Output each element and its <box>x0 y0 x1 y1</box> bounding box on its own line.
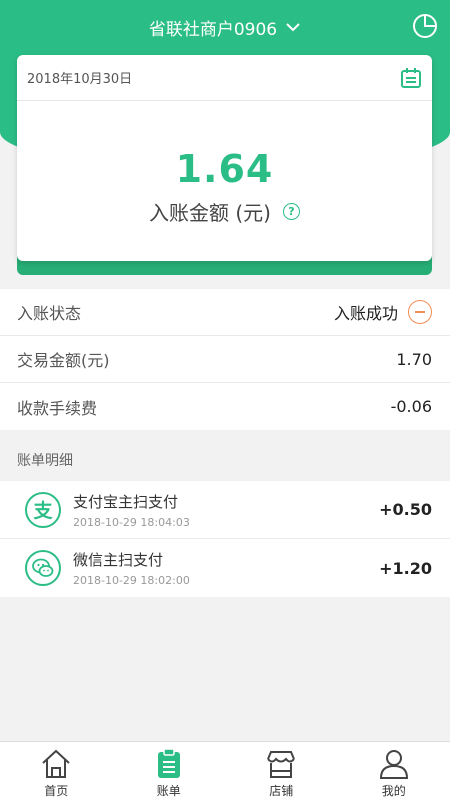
shop-icon <box>267 751 296 778</box>
info-label: 收款手续费 <box>17 398 98 418</box>
merchant-selector[interactable]: 省联社商户0906 <box>149 15 301 40</box>
settlement-card: 2018年10月30日 1.64 入账金额 (元) ? <box>17 55 432 275</box>
tab-label: 我的 <box>381 784 406 798</box>
bill-icon <box>157 748 180 778</box>
calendar-icon[interactable] <box>400 67 422 89</box>
help-icon[interactable]: ? <box>282 203 300 220</box>
section-title: 账单明细 <box>17 453 73 469</box>
settlement-date: 2018年10月30日 <box>27 72 133 87</box>
list-item[interactable]: 支 支付宝主扫支付 2018-10-29 18:04:03 +0.50 <box>0 481 450 539</box>
bill-amount: +0.50 <box>379 500 432 519</box>
settled-amount-label: 入账金额 (元) <box>149 201 271 225</box>
info-row-transaction-amount: 交易金额(元) 1.70 <box>0 336 450 383</box>
bill-amount: +1.20 <box>379 558 432 578</box>
pie-chart-icon[interactable] <box>412 13 438 39</box>
collapse-minus-icon[interactable] <box>408 300 432 324</box>
top-bar: 省联社商户0906 <box>0 0 450 54</box>
chevron-down-icon <box>286 23 300 32</box>
info-row-fee: 收款手续费 -0.06 <box>0 383 450 430</box>
info-value: 1.70 <box>396 349 432 369</box>
bill-time: 2018-10-29 18:02:00 <box>73 574 190 587</box>
info-value: -0.06 <box>390 397 432 416</box>
svg-text:支: 支 <box>32 500 53 522</box>
tab-bill[interactable]: 账单 <box>113 742 226 800</box>
info-label: 交易金额(元) <box>17 351 110 370</box>
bottom-tab-bar: 首页 账单 店铺 我的 <box>0 741 450 800</box>
info-label: 入账状态 <box>17 304 82 323</box>
settlement-info-list: 入账状态 入账成功 交易金额(元) 1.70 收款手续费 -0.06 <box>0 289 450 430</box>
home-icon <box>42 749 70 778</box>
settled-amount: 1.64 <box>175 147 274 191</box>
tab-label: 首页 <box>44 784 69 798</box>
info-row-status: 入账状态 入账成功 <box>0 289 450 336</box>
bill-time: 2018-10-29 18:04:03 <box>73 515 190 529</box>
wechat-icon <box>25 550 61 586</box>
status-value: 入账成功 <box>333 304 398 323</box>
tab-label: 店铺 <box>269 784 294 798</box>
tab-home[interactable]: 首页 <box>0 742 113 800</box>
list-item[interactable]: 微信主扫支付 2018-10-29 18:02:00 +1.20 <box>0 539 450 597</box>
user-icon <box>379 750 408 779</box>
tab-label: 账单 <box>156 784 181 798</box>
bill-list: 支 支付宝主扫支付 2018-10-29 18:04:03 +0.50 微信主扫… <box>0 481 450 597</box>
merchant-name: 省联社商户0906 <box>148 19 278 40</box>
bill-name: 支付宝主扫支付 <box>73 492 179 511</box>
bill-name: 微信主扫支付 <box>73 551 164 569</box>
tab-mine[interactable]: 我的 <box>338 742 450 800</box>
tab-shop[interactable]: 店铺 <box>225 742 338 800</box>
alipay-icon: 支 <box>25 491 61 528</box>
